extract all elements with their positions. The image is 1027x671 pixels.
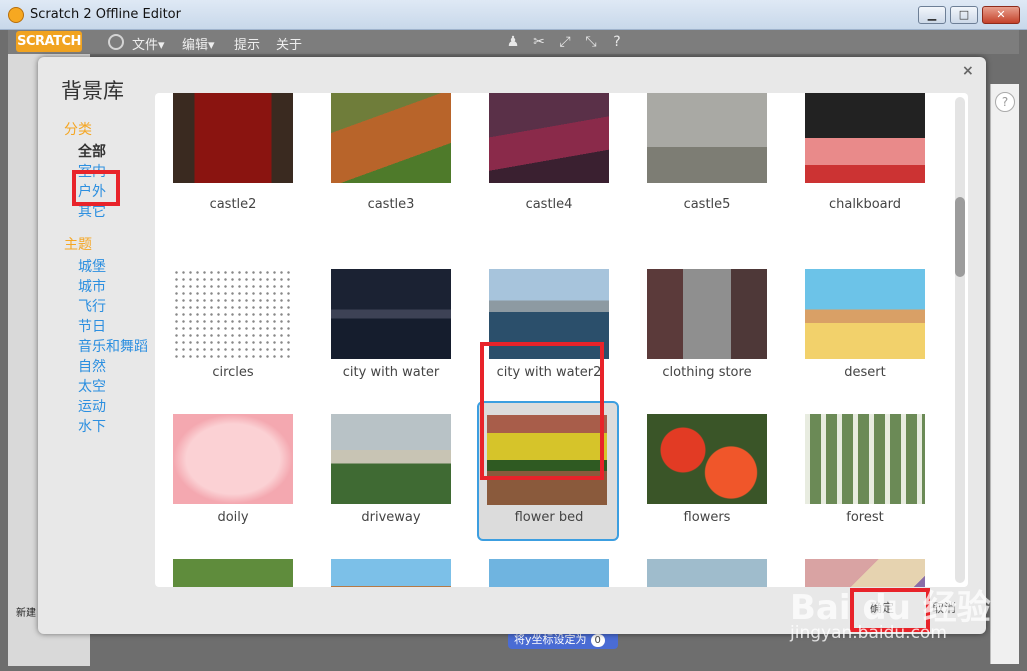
theme-music-dance[interactable]: 音乐和舞蹈 <box>78 336 148 356</box>
dialog-title: 背景库 <box>61 79 124 103</box>
tile-label: desert <box>844 365 886 380</box>
window-titlebar: Scratch 2 Offline Editor ▁ □ ✕ <box>0 0 1027 30</box>
backdrop-tile[interactable]: castle4 <box>471 93 611 212</box>
backdrop-tile[interactable] <box>313 553 453 587</box>
highlight-outdoor-category <box>72 170 120 206</box>
grow-icon[interactable]: ⤢ <box>556 33 574 51</box>
tile-label: forest <box>846 510 884 525</box>
tile-label: chalkboard <box>828 197 902 212</box>
highlight-flower-bed <box>480 342 604 480</box>
new-sprite-label: 新建 <box>16 608 36 619</box>
backdrop-grid: castle2 castle3 castle4 castle5 chalkboa… <box>155 93 968 587</box>
menu-about[interactable]: 关于 <box>276 34 302 53</box>
circles-image <box>173 269 293 359</box>
gingerbread-image <box>331 559 451 587</box>
window-title: Scratch 2 Offline Editor <box>30 7 181 22</box>
scratch-menubar: SCRATCH 文件▾ 编辑▾ 提示 关于 ♟ ✂ ⤢ ⤡ ? <box>8 30 1019 54</box>
tile-label: castle2 <box>209 197 257 212</box>
scripts-panel-edge <box>990 84 1019 664</box>
castle4-image <box>489 93 609 183</box>
backdrop-tile[interactable] <box>155 553 295 587</box>
grid-scrollbar-thumb[interactable] <box>955 197 965 277</box>
tile-label: castle5 <box>683 197 731 212</box>
stamp-icon[interactable]: ♟ <box>504 33 522 51</box>
driveway-image <box>331 414 451 504</box>
theme-city[interactable]: 城市 <box>78 276 106 296</box>
tile-label: castle3 <box>367 197 415 212</box>
menu-tips[interactable]: 提示 <box>234 34 260 53</box>
baidu-watermark-url: jingyan.baidu.com <box>790 623 947 643</box>
theme-castle[interactable]: 城堡 <box>78 256 106 276</box>
block-value[interactable]: 0 <box>590 634 605 647</box>
tile-label: flowers <box>683 510 731 525</box>
backdrop-tile[interactable]: circles <box>155 263 295 403</box>
cut-icon[interactable]: ✂ <box>530 33 548 51</box>
backdrop-tile[interactable]: driveway <box>313 408 453 548</box>
shrink-icon[interactable]: ⤡ <box>582 33 600 51</box>
desert-image <box>805 269 925 359</box>
tile-label: circles <box>212 365 254 380</box>
theme-holiday[interactable]: 节日 <box>78 316 106 336</box>
block-label: 将y坐标设定为 <box>514 633 587 646</box>
category-all[interactable]: 全部 <box>78 141 106 161</box>
minimize-button[interactable]: ▁ <box>918 6 946 24</box>
theme-heading: 主题 <box>64 237 92 253</box>
backdrop-tile[interactable] <box>629 553 769 587</box>
close-window-button[interactable]: ✕ <box>982 6 1020 24</box>
dialog-close-icon[interactable]: × <box>962 63 974 79</box>
doily-image <box>173 414 293 504</box>
theme-sports[interactable]: 运动 <box>78 396 106 416</box>
theme-space[interactable]: 太空 <box>78 376 106 396</box>
backdrop-tile[interactable]: flowers <box>629 408 769 548</box>
tile-label: doily <box>217 510 249 525</box>
tile-label: flower bed <box>514 510 584 525</box>
backdrop-tile[interactable]: castle5 <box>629 93 769 212</box>
backdrop-tile[interactable]: clothing store <box>629 263 769 403</box>
backdrop-tile[interactable] <box>471 553 611 587</box>
theme-flying[interactable]: 飞行 <box>78 296 106 316</box>
backdrop-tile[interactable]: city with water <box>313 263 453 403</box>
tile-label: driveway <box>361 510 421 525</box>
rock-image <box>173 559 293 587</box>
scratch-cat-icon <box>8 7 24 23</box>
goal1-image <box>489 559 609 587</box>
scratch-logo[interactable]: SCRATCH <box>16 31 82 52</box>
maximize-button[interactable]: □ <box>950 6 978 24</box>
backdrop-tile[interactable]: forest <box>787 408 927 548</box>
theme-nature[interactable]: 自然 <box>78 356 106 376</box>
tile-label: castle4 <box>525 197 573 212</box>
chalkboard-image <box>805 93 925 183</box>
backdrop-tile[interactable]: chalkboard <box>787 93 927 212</box>
castle3-image <box>331 93 451 183</box>
backdrop-tile[interactable]: castle3 <box>313 93 453 212</box>
grid-scrollbar-track[interactable] <box>955 97 965 583</box>
castle2-image <box>173 93 293 183</box>
city-image <box>331 269 451 359</box>
menu-edit[interactable]: 编辑▾ <box>182 34 215 53</box>
backdrop-tile[interactable]: castle2 <box>155 93 295 212</box>
backdrop-tile[interactable]: doily <box>155 408 295 548</box>
flowers-image <box>647 414 767 504</box>
help-icon[interactable]: ? <box>608 33 626 51</box>
tile-label: city with water <box>342 365 440 380</box>
theme-underwater[interactable]: 水下 <box>78 416 106 436</box>
menu-file[interactable]: 文件▾ <box>132 34 165 53</box>
store-image <box>647 269 767 359</box>
help-circle-icon[interactable]: ? <box>995 92 1015 112</box>
category-heading: 分类 <box>64 122 92 138</box>
goal2-image <box>647 559 767 587</box>
backdrop-tile[interactable]: desert <box>787 263 927 403</box>
forest-image <box>805 414 925 504</box>
castle5-image <box>647 93 767 183</box>
baidu-watermark: Bai du 经验 <box>790 588 991 628</box>
tile-label: clothing store <box>662 365 752 380</box>
language-globe-icon[interactable] <box>108 34 124 50</box>
